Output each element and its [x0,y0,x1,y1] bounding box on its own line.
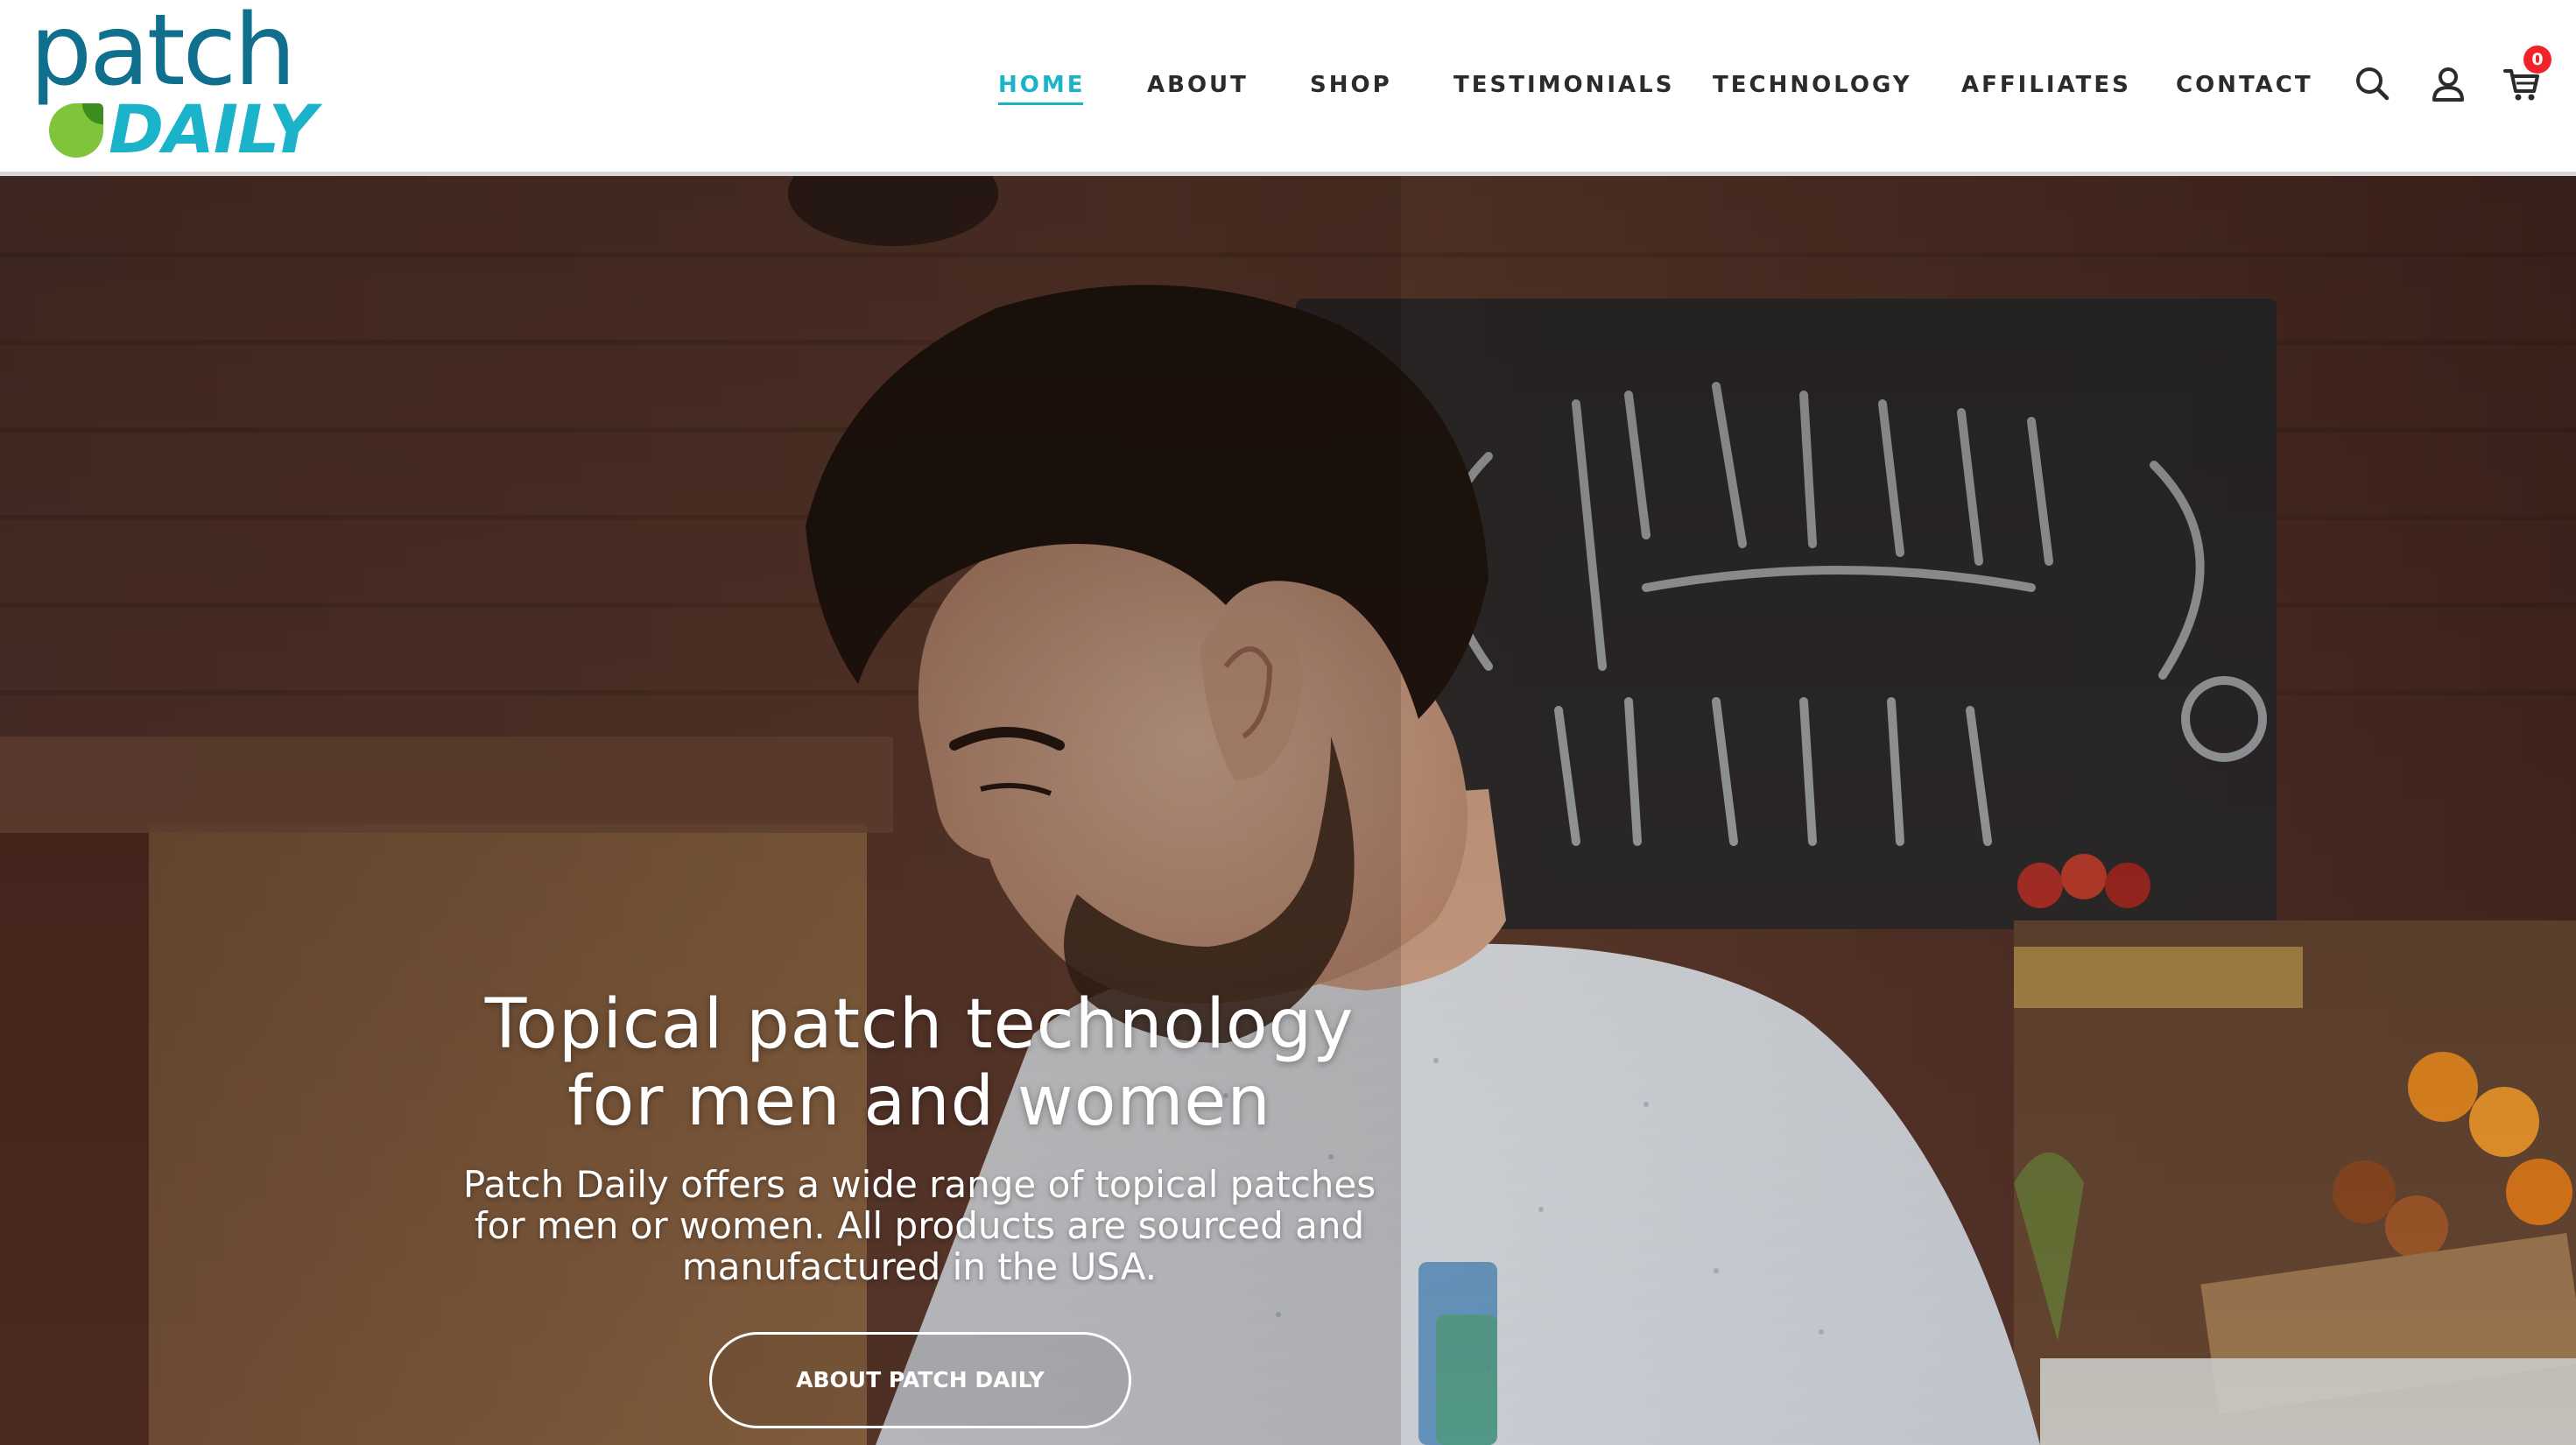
nav-technology[interactable]: TECHNOLOGY [1713,70,1912,100]
hero-title: Topical patch technology for men and wom… [394,986,1445,1140]
patch-daily-logo[interactable]: patch DAILY [30,2,317,163]
hero-description-line-2: for men or women. All products are sourc… [474,1204,1365,1247]
nav-testimonials[interactable]: TESTIMONIALS [1453,70,1674,100]
hero-description: Patch Daily offers a wide range of topic… [455,1164,1383,1287]
leaf-mark-icon [49,103,103,158]
about-patch-daily-button[interactable]: ABOUT PATCH DAILY [709,1332,1131,1428]
nav-affiliates[interactable]: AFFILIATES [1961,70,2131,100]
account-icon[interactable] [2429,65,2467,103]
logo-wordmark-daily: DAILY [109,90,317,168]
search-icon[interactable] [2354,65,2392,103]
nav-home[interactable]: HOME [998,70,1086,105]
nav-shop[interactable]: SHOP [1310,70,1392,100]
cart-count-badge: 0 [2523,46,2551,74]
logo-wordmark-patch: patch [30,0,296,108]
hero-description-line-3: manufactured in the USA. [681,1245,1158,1288]
hero-title-line-2: for men and women [567,1062,1271,1141]
hero-description-line-1: Patch Daily offers a wide range of topic… [462,1163,1376,1206]
nav-contact[interactable]: CONTACT [2176,70,2313,100]
hero-banner: Topical patch technology for men and wom… [0,176,2576,1445]
nav-about[interactable]: ABOUT [1147,70,1249,100]
site-header: patch DAILY HOME ABOUT SHOP TESTIMONIALS… [0,0,2576,176]
hero-title-line-1: Topical patch technology [484,985,1355,1064]
